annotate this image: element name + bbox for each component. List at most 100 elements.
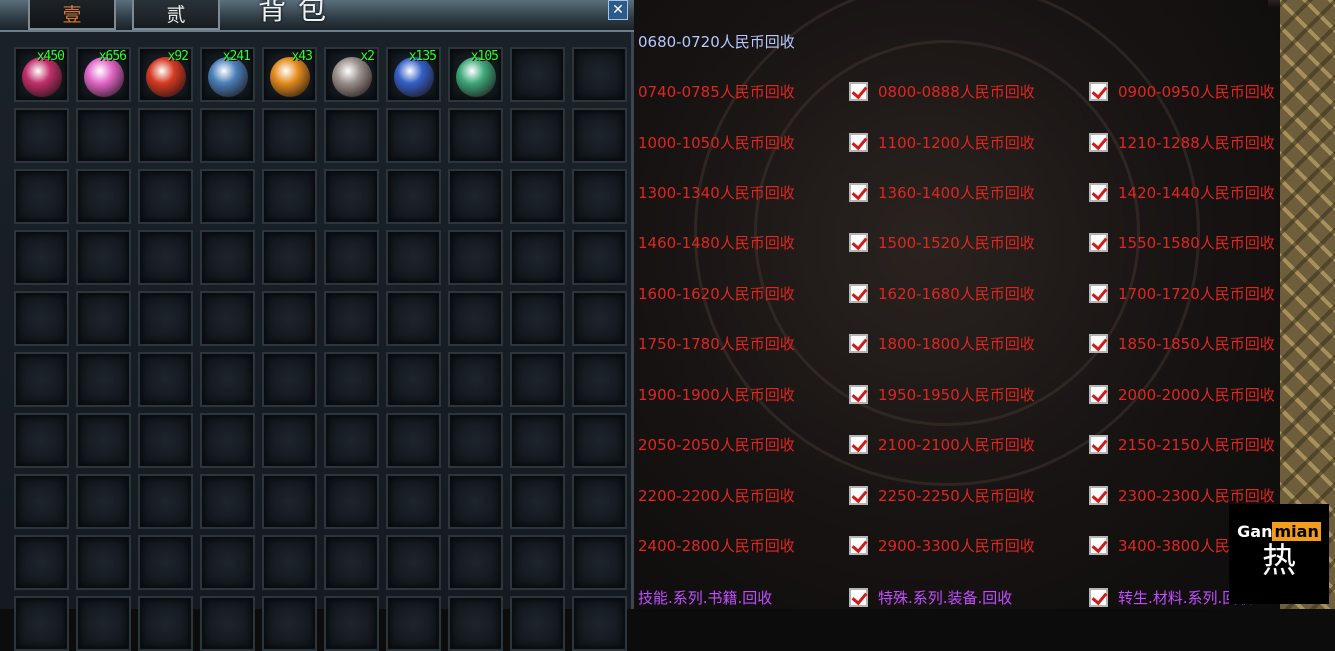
inventory-slot[interactable] (448, 352, 503, 407)
inventory-slot[interactable] (262, 474, 317, 529)
inventory-slot[interactable] (448, 596, 503, 651)
inventory-slot[interactable] (262, 230, 317, 285)
inventory-slot[interactable] (262, 596, 317, 651)
recycle-checkbox[interactable] (849, 435, 868, 454)
inventory-slot[interactable] (138, 230, 193, 285)
inventory-slot[interactable] (510, 474, 565, 529)
inventory-slot[interactable]: x2 (324, 47, 379, 102)
inventory-slot[interactable] (324, 169, 379, 224)
inventory-slot[interactable] (200, 352, 255, 407)
inventory-slot[interactable] (510, 169, 565, 224)
inventory-slot[interactable] (262, 352, 317, 407)
inventory-slot[interactable] (510, 291, 565, 346)
inventory-slot[interactable] (14, 352, 69, 407)
recycle-checkbox[interactable] (849, 385, 868, 404)
inventory-slot[interactable] (324, 230, 379, 285)
recycle-checkbox[interactable] (849, 588, 868, 607)
inventory-slot[interactable] (14, 535, 69, 590)
inventory-slot[interactable] (572, 230, 627, 285)
inventory-slot[interactable] (510, 230, 565, 285)
recycle-checkbox[interactable] (849, 486, 868, 505)
inventory-slot[interactable] (324, 474, 379, 529)
inventory-slot[interactable] (386, 474, 441, 529)
recycle-checkbox[interactable] (1089, 82, 1108, 101)
inventory-slot[interactable]: x135 (386, 47, 441, 102)
recycle-option-label[interactable]: 特殊.系列.装备.回收 (878, 586, 1012, 609)
inventory-slot[interactable] (572, 413, 627, 468)
inventory-slot[interactable] (572, 291, 627, 346)
recycle-checkbox[interactable] (1089, 334, 1108, 353)
inventory-slot[interactable] (14, 474, 69, 529)
recycle-checkbox[interactable] (849, 334, 868, 353)
inventory-slot[interactable]: x92 (138, 47, 193, 102)
inventory-slot[interactable] (138, 596, 193, 651)
inventory-slot[interactable] (510, 413, 565, 468)
inventory-slot[interactable] (138, 169, 193, 224)
inventory-slot[interactable] (448, 169, 503, 224)
inventory-slot[interactable] (138, 291, 193, 346)
recycle-option-label[interactable]: 0680-0720人民币回收 (638, 30, 795, 54)
recycle-checkbox[interactable] (849, 284, 868, 303)
recycle-option-label[interactable]: 1420-1440人民币回收 (1118, 181, 1275, 205)
inventory-slot[interactable] (138, 108, 193, 163)
recycle-option-label[interactable]: 1700-1720人民币回收 (1118, 282, 1275, 306)
recycle-option-label[interactable]: 1100-1200人民币回收 (878, 131, 1035, 155)
recycle-option-label[interactable]: 1460-1480人民币回收 (638, 231, 795, 255)
inventory-slot[interactable] (448, 474, 503, 529)
inventory-slot[interactable] (138, 413, 193, 468)
inventory-slot[interactable] (572, 474, 627, 529)
inventory-slot[interactable] (262, 413, 317, 468)
inventory-slot[interactable] (448, 108, 503, 163)
inventory-slot[interactable] (572, 352, 627, 407)
tab-page-2[interactable]: 贰 (132, 0, 220, 30)
inventory-slot[interactable] (448, 535, 503, 590)
inventory-slot[interactable] (262, 291, 317, 346)
recycle-option-label[interactable]: 2400-2800人民币回收 (638, 534, 795, 558)
recycle-checkbox[interactable] (1089, 536, 1108, 555)
recycle-option-label[interactable]: 1900-1900人民币回收 (638, 383, 795, 407)
recycle-option-label[interactable]: 2100-2100人民币回收 (878, 433, 1035, 457)
inventory-slot[interactable] (324, 413, 379, 468)
recycle-option-label[interactable]: 0800-0888人民币回收 (878, 80, 1035, 104)
inventory-slot[interactable] (510, 352, 565, 407)
recycle-option-label[interactable]: 1300-1340人民币回收 (638, 181, 795, 205)
recycle-checkbox[interactable] (1089, 435, 1108, 454)
recycle-option-label[interactable]: 2900-3300人民币回收 (878, 534, 1035, 558)
recycle-checkbox[interactable] (849, 183, 868, 202)
inventory-slot[interactable] (386, 108, 441, 163)
recycle-option-label[interactable]: 1800-1800人民币回收 (878, 332, 1035, 356)
tab-page-1[interactable]: 壹 (28, 0, 116, 30)
inventory-slot[interactable] (572, 535, 627, 590)
inventory-slot[interactable]: x43 (262, 47, 317, 102)
recycle-option-label[interactable]: 1950-1950人民币回收 (878, 383, 1035, 407)
inventory-slot[interactable] (200, 108, 255, 163)
recycle-option-label[interactable]: 1750-1780人民币回收 (638, 332, 795, 356)
inventory-slot[interactable] (572, 169, 627, 224)
inventory-slot[interactable] (386, 169, 441, 224)
recycle-option-label[interactable]: 2150-2150人民币回收 (1118, 433, 1275, 457)
inventory-slot[interactable] (76, 352, 131, 407)
recycle-option-label[interactable]: 1210-1288人民币回收 (1118, 131, 1275, 155)
recycle-option-label[interactable]: 1850-1850人民币回收 (1118, 332, 1275, 356)
inventory-slot[interactable] (76, 108, 131, 163)
inventory-slot[interactable] (386, 535, 441, 590)
inventory-slot[interactable] (448, 291, 503, 346)
inventory-slot[interactable] (262, 169, 317, 224)
inventory-slot[interactable] (386, 230, 441, 285)
inventory-slot[interactable] (200, 291, 255, 346)
recycle-option-label[interactable]: 1550-1580人民币回收 (1118, 231, 1275, 255)
recycle-option-label[interactable]: 2200-2200人民币回收 (638, 484, 795, 508)
inventory-slot[interactable] (200, 596, 255, 651)
recycle-option-label[interactable]: 2050-2050人民币回收 (638, 433, 795, 457)
inventory-slot[interactable] (324, 291, 379, 346)
inventory-slot[interactable] (386, 596, 441, 651)
inventory-slot[interactable] (76, 474, 131, 529)
inventory-slot[interactable] (14, 230, 69, 285)
inventory-slot[interactable] (76, 291, 131, 346)
inventory-slot[interactable] (448, 230, 503, 285)
inventory-slot[interactable]: x241 (200, 47, 255, 102)
inventory-slot[interactable]: x450 (14, 47, 69, 102)
recycle-checkbox[interactable] (1089, 588, 1108, 607)
recycle-option-label[interactable]: 0740-0785人民币回收 (638, 80, 795, 104)
inventory-slot[interactable] (76, 413, 131, 468)
